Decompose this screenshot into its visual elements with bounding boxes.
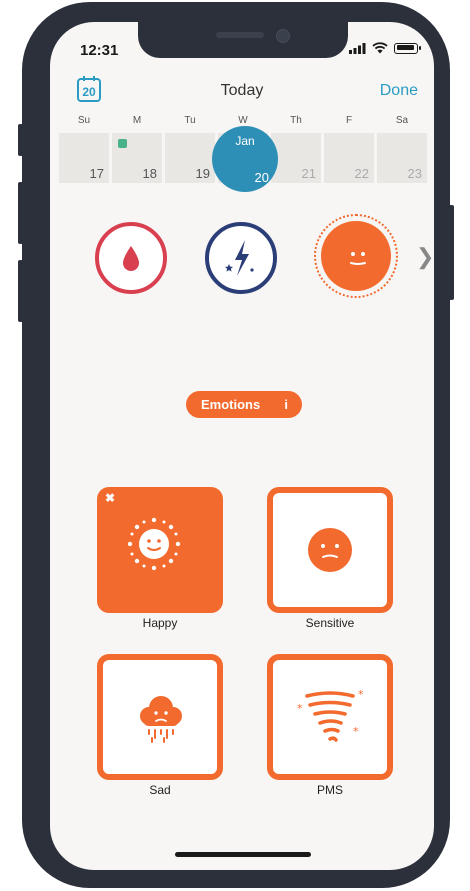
rain-cloud-icon [140,696,182,743]
svg-text:*: * [358,688,364,701]
day-number: 18 [142,166,157,181]
day-number: 19 [195,166,210,181]
status-icons [349,42,421,54]
volume-down-button [18,260,23,322]
weekday-label: W [238,115,248,126]
sensitive-face-icon [308,528,352,572]
app-screen: 12:31 20 Today Done Su M Tu W Th F Sa 17… [50,22,434,870]
weekday-label: F [345,115,353,126]
day-cell[interactable]: 17 [59,133,109,183]
sun-face-icon [127,517,181,571]
signal-icon [349,42,366,54]
svg-text:*: * [297,702,303,715]
emotion-label: Sensitive [305,616,355,630]
blood-drop-icon [123,246,139,271]
logged-marker [118,139,127,148]
weekday-label: M [132,115,142,126]
emotion-tile-pms[interactable]: * * * [267,654,393,780]
emotion-label: Sad [149,783,171,797]
day-number: 22 [354,166,369,181]
emotions-section-pill[interactable]: Emotions i [186,391,302,418]
day-number: 17 [89,166,104,181]
section-label: Emotions [201,397,261,412]
battery-icon [394,42,421,54]
speaker [216,32,264,38]
weekday-label: Tu [184,115,196,126]
emotion-tile-sensitive[interactable] [267,487,393,613]
emotion-tile-sad[interactable] [97,654,223,780]
energy-bolt-icon [225,240,254,276]
selected-month: Jan [235,134,255,148]
day-cell[interactable]: 23 [377,133,427,183]
wifi-icon [372,42,388,54]
day-cell[interactable]: 18 [112,133,162,183]
selected-day[interactable]: Jan 20 [212,126,278,192]
tornado-icon: * * * [297,688,364,742]
emotion-label: Happy [142,616,178,630]
category-energy[interactable] [205,222,277,294]
page-title: Today [220,82,264,99]
home-indicator[interactable] [175,852,311,857]
notch [138,22,348,58]
status-time: 12:31 [80,42,119,59]
emotion-face-icon [350,252,366,265]
day-cell[interactable]: 19 [165,133,215,183]
emotion-tile-happy[interactable]: ✖ [97,487,223,613]
day-cell[interactable]: 22 [324,133,374,183]
done-button[interactable]: Done [380,82,418,100]
day-number: 21 [301,166,316,181]
category-emotions[interactable] [314,214,398,298]
camera [276,29,290,43]
mute-switch [18,124,23,156]
category-bleeding[interactable] [95,222,167,294]
day-number: 23 [407,166,422,181]
weekday-label: Th [290,115,302,126]
weekday-label: Sa [395,115,409,126]
svg-text:*: * [353,725,359,738]
weekday-label: Su [77,115,91,126]
day-cell[interactable]: 21 [271,133,321,183]
chevron-right-icon[interactable]: ❯ [416,244,434,270]
selected-day-number: 20 [254,170,269,185]
volume-up-button [18,182,23,244]
emotion-label: PMS [316,783,343,797]
power-button [449,205,454,300]
info-icon[interactable]: i [284,391,288,418]
